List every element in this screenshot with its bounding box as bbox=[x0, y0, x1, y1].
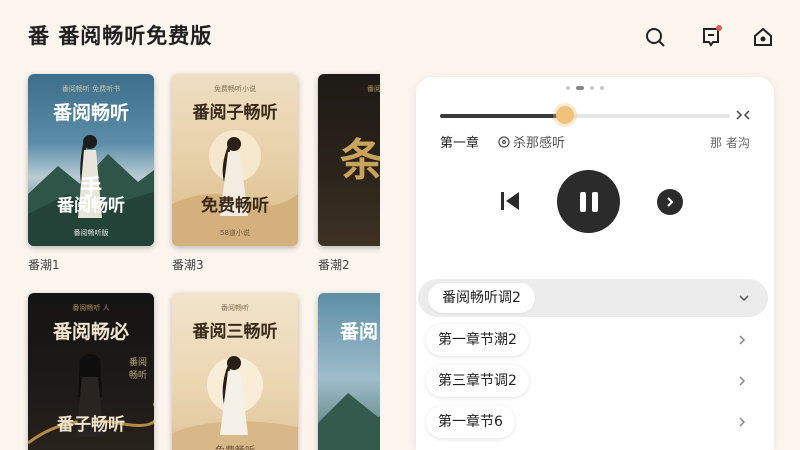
book-label[interactable]: 番潮3 bbox=[172, 256, 204, 273]
book-card[interactable]: 番阅畅听 条 bbox=[318, 74, 380, 246]
book-cover-title: 番阅子畅听 bbox=[192, 103, 278, 123]
book-label[interactable]: 番潮1 bbox=[28, 256, 60, 273]
current-chapter-pill: 番阅畅听调2 bbox=[428, 283, 535, 313]
book-card[interactable]: 番阅 bbox=[318, 293, 380, 450]
progress-thumb[interactable] bbox=[555, 106, 574, 124]
chapter-item[interactable]: 第三章节调2 bbox=[426, 365, 756, 397]
next-icon bbox=[667, 197, 674, 207]
book-grid: 番阅畅听 免费听书 番阅畅听 手 番阅畅听 番阅畅听版 番潮1 免费畅听小说 番… bbox=[0, 68, 380, 450]
narrator-label[interactable]: 那 者沟 bbox=[710, 134, 750, 151]
chevron-down-icon[interactable] bbox=[738, 292, 750, 304]
chapter-item-label: 第一章节潮2 bbox=[426, 324, 529, 356]
app-logo-glyph: 番 bbox=[28, 24, 50, 48]
chapter-item[interactable]: 第一章节6 bbox=[426, 406, 756, 438]
book-cover-title: 番阅三畅听 bbox=[192, 322, 278, 342]
timer-icon bbox=[498, 135, 510, 148]
notification-icon[interactable] bbox=[698, 24, 724, 50]
next-button[interactable] bbox=[657, 189, 683, 215]
notification-badge bbox=[716, 25, 722, 31]
book-card[interactable]: 番阅畅听 番阅三畅听 免费畅听 bbox=[172, 293, 298, 450]
app-title: 番 番阅畅听免费版 bbox=[28, 20, 212, 50]
book-cover-title: 番阅 bbox=[340, 321, 379, 343]
previous-icon[interactable] bbox=[498, 189, 522, 213]
book-card[interactable]: 番阅畅听 人 番阅畅必 番阅畅听 番子畅听 bbox=[28, 293, 154, 450]
home-icon[interactable] bbox=[750, 24, 776, 50]
book-card[interactable]: 番阅畅听 免费听书 番阅畅听 手 番阅畅听 番阅畅听版 bbox=[28, 74, 154, 246]
chevron-right-icon bbox=[739, 417, 746, 427]
book-cover-title: 番阅畅必 bbox=[52, 321, 129, 343]
book-label[interactable]: 番潮2 bbox=[318, 256, 350, 273]
pause-icon bbox=[579, 191, 586, 212]
chapter-item[interactable]: 第一章节潮2 bbox=[426, 324, 756, 356]
current-chapter-label: 第一章 bbox=[440, 136, 480, 151]
book-cover-glyph: 条 bbox=[340, 135, 380, 186]
collapse-icon[interactable] bbox=[736, 108, 750, 122]
chevron-right-icon bbox=[739, 335, 746, 345]
app-name: 番阅畅听免费版 bbox=[58, 24, 213, 48]
progress-fill bbox=[440, 114, 565, 118]
progress-slider[interactable] bbox=[440, 106, 730, 124]
pause-button[interactable] bbox=[557, 170, 620, 233]
timer-label: 杀那感听 bbox=[513, 136, 566, 151]
chevron-right-icon bbox=[739, 376, 746, 386]
page-indicator bbox=[566, 86, 604, 90]
chapter-item-label: 第三章节调2 bbox=[426, 365, 529, 397]
figure-illustration bbox=[220, 356, 248, 435]
book-card[interactable]: 免费畅听小说 番阅子畅听 免费畅听 58道小说 bbox=[172, 74, 298, 246]
chapter-item-label: 第一章节6 bbox=[426, 406, 515, 438]
book-cover-title: 番阅畅听 bbox=[52, 102, 129, 124]
chapter-list-header[interactable]: 番阅畅听调2 bbox=[418, 279, 768, 317]
sleep-timer[interactable]: 杀那感听 bbox=[498, 132, 565, 151]
search-icon[interactable] bbox=[642, 24, 668, 50]
